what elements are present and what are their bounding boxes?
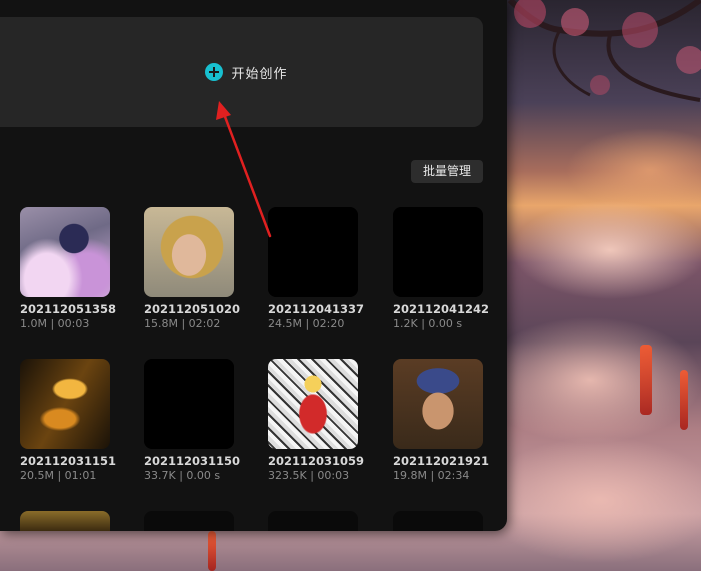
video-meta: 1.2K | 0.00 s <box>393 317 463 330</box>
video-tile[interactable]: 202112031150 33.7K | 0.00 s <box>144 359 244 482</box>
video-tile[interactable]: 202112041242 1.2K | 0.00 s <box>393 207 493 330</box>
video-thumbnail[interactable] <box>268 207 358 297</box>
video-tile[interactable]: 202112021921 19.8M | 02:34 <box>393 359 493 482</box>
video-tile[interactable]: 202112051020 15.8M | 02:02 <box>144 207 244 330</box>
video-thumbnail[interactable] <box>20 359 110 449</box>
batch-manage-button[interactable]: 批量管理 <box>411 160 483 183</box>
video-meta: 19.8M | 02:34 <box>393 469 470 482</box>
video-thumbnail[interactable] <box>144 207 234 297</box>
video-thumbnail[interactable] <box>393 359 483 449</box>
plus-circle-icon <box>205 63 224 81</box>
video-meta: 15.8M | 02:02 <box>144 317 221 330</box>
video-thumbnail-partial[interactable] <box>268 511 358 531</box>
video-tile[interactable]: 202112051358 1.0M | 00:03 <box>20 207 120 330</box>
video-meta: 1.0M | 00:03 <box>20 317 90 330</box>
video-name: 202112031150 <box>144 454 241 468</box>
video-tile[interactable]: 202112031151 20.5M | 01:01 <box>20 359 120 482</box>
video-name: 202112051358 <box>20 302 117 316</box>
video-thumbnail[interactable] <box>20 207 110 297</box>
video-name: 202112051020 <box>144 302 241 316</box>
video-meta: 33.7K | 0.00 s <box>144 469 221 482</box>
video-name: 202112021921 <box>393 454 490 468</box>
video-thumbnail-partial[interactable] <box>393 511 483 531</box>
app-window: 开始创作 批量管理 202112051358 1.0M | 00:03 2021… <box>0 0 507 531</box>
video-thumbnail[interactable] <box>393 207 483 297</box>
lava-stream <box>208 531 216 571</box>
start-creation-label: 开始创作 <box>231 66 288 82</box>
lava-stream <box>680 370 688 430</box>
video-tile[interactable]: 202112041337 24.5M | 02:20 <box>268 207 368 330</box>
video-name: 202112031151 <box>20 454 117 468</box>
video-name: 202112041242 <box>393 302 490 316</box>
video-thumbnail[interactable] <box>144 359 234 449</box>
video-tile[interactable]: 202112031059 323.5K | 00:03 <box>268 359 368 482</box>
video-name: 202112031059 <box>268 454 365 468</box>
video-thumbnail-partial[interactable] <box>144 511 234 531</box>
start-creation-content: 开始创作 <box>205 63 287 82</box>
video-meta: 323.5K | 00:03 <box>268 469 350 482</box>
video-thumbnail[interactable] <box>268 359 358 449</box>
lava-stream <box>640 345 652 415</box>
video-name: 202112041337 <box>268 302 365 316</box>
video-meta: 20.5M | 01:01 <box>20 469 97 482</box>
video-thumbnail-partial[interactable] <box>20 511 110 531</box>
start-creation-card[interactable]: 开始创作 <box>0 17 483 127</box>
video-meta: 24.5M | 02:20 <box>268 317 345 330</box>
